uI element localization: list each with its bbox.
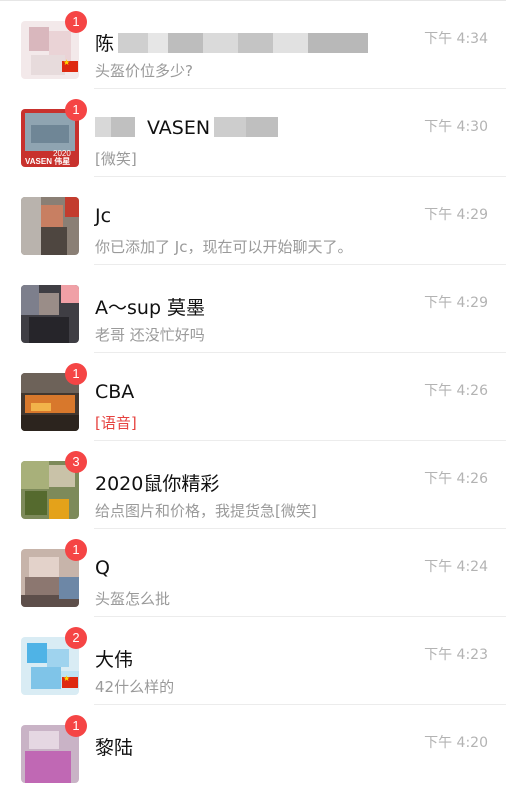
chat-time: 下午 4:26 — [424, 471, 488, 487]
chat-name: A～sup 莫墨 — [95, 297, 206, 319]
unread-badge: 1 — [65, 363, 87, 385]
chat-name: 黎陆 — [95, 737, 134, 759]
unread-badge: 3 — [65, 451, 87, 473]
chat-name: Q — [95, 557, 110, 579]
chat-row[interactable]: 1 Q 头盔怎么批 下午 4:24 — [0, 529, 506, 617]
chat-preview: 你已添加了 Jc，现在可以开始聊天了。 — [95, 238, 353, 256]
unread-badge: 1 — [65, 11, 87, 33]
unread-badge: 2 — [65, 627, 87, 649]
flag-icon — [62, 58, 78, 72]
chat-row[interactable]: 1 CBA [语音] 下午 4:26 — [0, 353, 506, 441]
unread-badge: 1 — [65, 715, 87, 737]
chat-time: 下午 4:24 — [424, 559, 488, 575]
flag-icon — [62, 674, 78, 688]
chat-preview: 42什么样的 — [95, 678, 175, 696]
chat-preview: [微笑] — [95, 150, 137, 168]
chat-row[interactable]: 2020 VASEN 伟星 1 VASEN [微笑] 下午 4:30 — [0, 89, 506, 177]
avatar — [21, 285, 79, 343]
unread-badge: 1 — [65, 539, 87, 561]
chat-name: 大伟 — [95, 649, 134, 671]
chat-preview: 给点图片和价格，我提货急[微笑] — [95, 502, 317, 520]
chat-preview: 老哥 还没忙好吗 — [95, 326, 205, 344]
redacted-block — [95, 117, 135, 137]
chat-time: 下午 4:29 — [424, 295, 488, 311]
chat-row[interactable]: 1 陈 头盔价位多少? 下午 4:34 — [0, 1, 506, 89]
chat-preview: 头盔价位多少? — [95, 62, 193, 80]
avatar — [21, 197, 79, 255]
chat-list: 1 陈 头盔价位多少? 下午 4:34 2020 VASEN 伟星 1 VASE… — [0, 0, 506, 783]
redacted-block — [118, 33, 369, 53]
chat-time: 下午 4:30 — [424, 119, 488, 135]
chat-time: 下午 4:34 — [424, 31, 488, 47]
chat-name-text: 陈 — [95, 33, 115, 55]
chat-time: 下午 4:29 — [424, 207, 488, 223]
chat-row[interactable]: 1 黎陆 下午 4:20 — [0, 705, 506, 793]
chat-row[interactable]: 2 大伟 42什么样的 下午 4:23 — [0, 617, 506, 705]
chat-name: CBA — [95, 381, 135, 403]
chat-name: 陈 — [95, 29, 369, 56]
redacted-block — [214, 117, 279, 137]
chat-time: 下午 4:23 — [424, 647, 488, 663]
chat-time: 下午 4:26 — [424, 383, 488, 399]
unread-badge: 1 — [65, 99, 87, 121]
chat-preview-voice: [语音] — [95, 414, 137, 432]
chat-row[interactable]: Jc 你已添加了 Jc，现在可以开始聊天了。 下午 4:29 — [0, 177, 506, 265]
chat-name: Jc — [95, 205, 112, 227]
chat-name: VASEN — [95, 117, 279, 139]
avatar-brand: VASEN 伟星 — [25, 157, 71, 166]
chat-time: 下午 4:20 — [424, 735, 488, 751]
chat-row[interactable]: 3 2020鼠你精彩 给点图片和价格，我提货急[微笑] 下午 4:26 — [0, 441, 506, 529]
chat-name: 2020鼠你精彩 — [95, 473, 220, 495]
chat-preview: 头盔怎么批 — [95, 590, 171, 608]
chat-row[interactable]: A～sup 莫墨 老哥 还没忙好吗 下午 4:29 — [0, 265, 506, 353]
chat-name-text: VASEN — [147, 117, 211, 139]
